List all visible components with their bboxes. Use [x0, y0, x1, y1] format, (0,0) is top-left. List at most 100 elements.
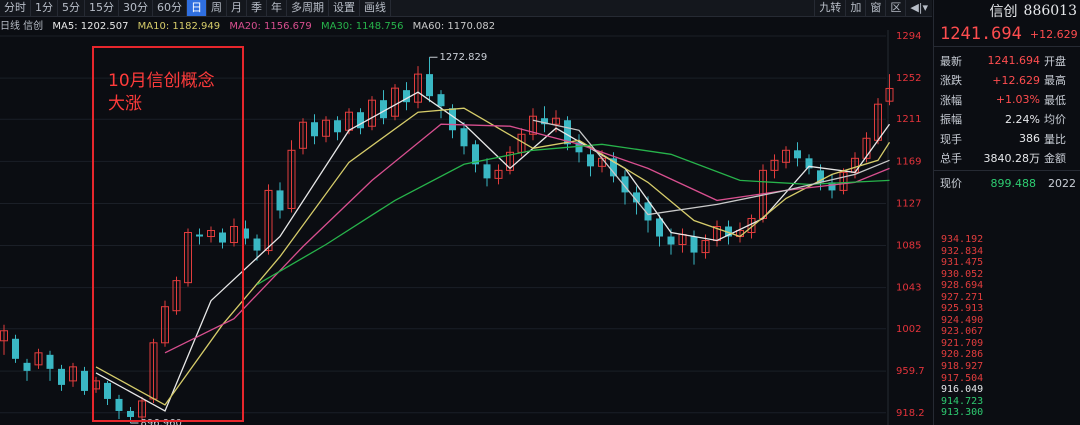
- y-tick-label: 1127: [896, 198, 921, 209]
- period-tab[interactable]: 年: [267, 0, 287, 16]
- stat-row: 涨幅 +1.03% 最低: [934, 90, 1080, 110]
- period-tab[interactable]: 季: [247, 0, 267, 16]
- stat-label: 最低: [1044, 93, 1066, 107]
- stat-value: +1.03%: [995, 93, 1040, 107]
- ladder-price[interactable]: 923.067: [941, 326, 1080, 338]
- ladder-price[interactable]: 931.475: [941, 257, 1080, 269]
- ladder-price[interactable]: 916.049: [941, 384, 1080, 396]
- toolbar-button[interactable]: 窗: [865, 0, 885, 16]
- ma60-line: [532, 119, 890, 216]
- toolbar-button[interactable]: 加: [845, 0, 865, 16]
- stat-label: 均价: [1044, 113, 1066, 127]
- stat-row: 最新 1241.694 开盘: [934, 51, 1080, 71]
- candle-body-down: [656, 218, 663, 237]
- toolbar-button[interactable]: 区: [885, 0, 905, 16]
- candle-body-down: [667, 236, 675, 245]
- stat-label: 振幅: [940, 113, 962, 127]
- ladder-price[interactable]: 914.723: [941, 396, 1080, 408]
- candle-body-down: [253, 238, 261, 251]
- stat-row: 涨跌 +12.629 最高: [934, 71, 1080, 91]
- price-ladder[interactable]: 934.192 932.834 931.475 930.052 928.694 927.2…: [941, 234, 1080, 419]
- candle-body-down: [587, 154, 594, 167]
- instrument-name: 信创: [989, 4, 1018, 20]
- period-toolbar: 分时 1分 5分 15分 30分 60分日周月季年多周期 设置 画线 九转加窗区 ◀|▾: [0, 0, 932, 17]
- annotation-text: 10月信创概念 大涨: [108, 71, 215, 114]
- period-tab[interactable]: 15分: [85, 0, 119, 16]
- toolbar-button[interactable]: ◀|▾: [905, 0, 932, 16]
- ladder-price[interactable]: 932.834: [941, 246, 1080, 258]
- period-tab[interactable]: 周: [207, 0, 227, 16]
- ladder-price[interactable]: 925.913: [941, 303, 1080, 315]
- current-price-row: 现价 899.488 2022: [934, 171, 1080, 195]
- period-tab[interactable]: 1分: [31, 0, 58, 16]
- stat-value: 2.24%: [1005, 112, 1040, 126]
- period-tab[interactable]: 分时: [0, 0, 31, 16]
- ladder-price[interactable]: 927.271: [941, 292, 1080, 304]
- stat-value: 386: [1019, 132, 1040, 146]
- y-tick-label: 1085: [896, 241, 921, 252]
- stat-value: 3840.28万: [983, 152, 1041, 166]
- candle-body-down: [23, 362, 31, 371]
- price-row: 1241.694 +12.629: [934, 22, 1080, 47]
- ladder-price[interactable]: 921.709: [941, 338, 1080, 350]
- candle-body-down: [426, 74, 433, 97]
- quote-stats: 最新 1241.694 开盘 涨跌 +12.629 最高 涨幅 +1.03% 最低 振幅 2.24%…: [934, 47, 1080, 168]
- stat-value: 1241.694: [987, 54, 1041, 68]
- current-price-label: 现价: [940, 177, 962, 190]
- y-tick-label: 1002: [896, 324, 921, 335]
- stat-label: 量比: [1044, 132, 1066, 146]
- ladder-price[interactable]: 913.300: [941, 407, 1080, 419]
- ma-legend: 日线 信创 MA5: 1202.507 MA10: 1182.949 MA20:…: [0, 17, 501, 32]
- y-tick-label: 918.2: [896, 408, 925, 419]
- ladder-price[interactable]: 918.927: [941, 361, 1080, 373]
- candle-body-down: [276, 190, 284, 211]
- stat-value: +12.629: [992, 73, 1040, 87]
- period-tab[interactable]: 60分: [153, 0, 187, 16]
- ma30-line: [256, 143, 890, 286]
- period-tab[interactable]: 设置: [329, 0, 360, 16]
- toolbar-right: 九转加窗区 ◀|▾: [814, 0, 932, 16]
- current-price-value: 899.488: [990, 176, 1037, 190]
- y-tick-label: 959.7: [896, 366, 925, 377]
- period-tab[interactable]: 多周期: [287, 0, 329, 16]
- candle-body-down: [690, 236, 698, 253]
- last-price: 1241.694: [940, 24, 1022, 44]
- ladder-price[interactable]: 920.286: [941, 349, 1080, 361]
- ladder-price[interactable]: 924.490: [941, 315, 1080, 327]
- ladder-price[interactable]: 917.504: [941, 373, 1080, 385]
- instrument-code: 886013: [1023, 3, 1077, 19]
- y-tick-label: 1211: [896, 114, 921, 125]
- candle-body-down: [58, 368, 65, 385]
- stat-label: 涨幅: [940, 93, 962, 107]
- stat-label: 总手: [940, 152, 962, 166]
- period-tab[interactable]: 30分: [119, 0, 153, 16]
- y-tick-label: 1169: [896, 156, 921, 167]
- instrument-header: 信创 886013: [934, 0, 1080, 22]
- stat-row: 现手 386 量比: [934, 129, 1080, 149]
- ladder-price[interactable]: 934.192: [941, 234, 1080, 246]
- candle-body-down: [483, 164, 491, 179]
- high-marker-label: 1272.829: [440, 52, 488, 63]
- current-price-year: 2022: [1048, 176, 1076, 190]
- stat-row: 振幅 2.24% 均价: [934, 110, 1080, 130]
- candle-body-down: [794, 150, 801, 159]
- stat-label: 开盘: [1044, 54, 1066, 68]
- stat-label: 涨跌: [940, 74, 962, 88]
- price-change: +12.629: [1029, 27, 1078, 41]
- candle-body-down: [81, 370, 88, 391]
- period-tab[interactable]: 5分: [58, 0, 85, 16]
- stat-row: 总手 3840.28万 金额: [934, 149, 1080, 169]
- toolbar-button[interactable]: 九转: [814, 0, 845, 16]
- candle-body-down: [449, 108, 456, 131]
- period-tab[interactable]: 画线: [360, 0, 391, 16]
- y-tick-label: 1294: [896, 31, 921, 42]
- y-tick-label: 1043: [896, 283, 921, 294]
- candle-body-down: [460, 128, 468, 147]
- y-tick-label: 1252: [896, 73, 921, 84]
- period-tab[interactable]: 月: [227, 0, 247, 16]
- period-tab[interactable]: 日: [187, 0, 207, 16]
- ladder-price[interactable]: 930.052: [941, 269, 1080, 281]
- candle-body-down: [46, 354, 54, 369]
- ladder-price[interactable]: 928.694: [941, 280, 1080, 292]
- stat-label: 金额: [1044, 152, 1066, 166]
